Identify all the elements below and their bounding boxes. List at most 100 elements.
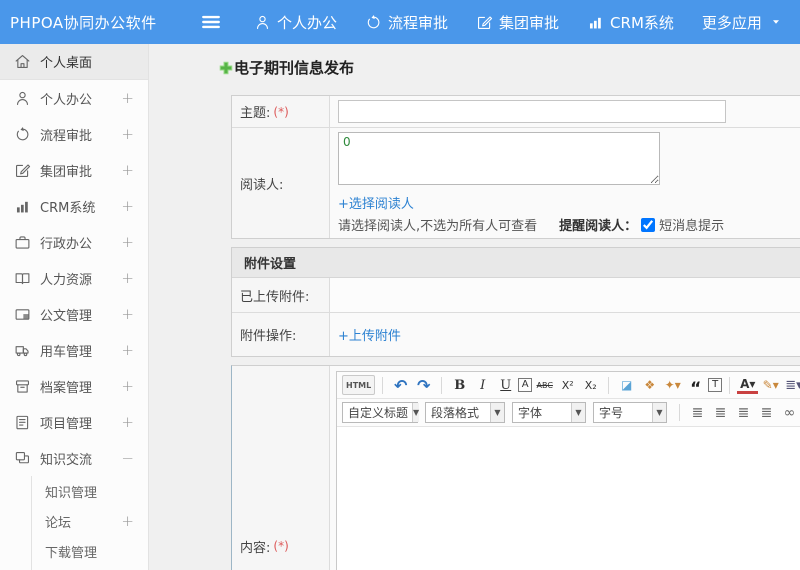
readers-hint-text: 请选择阅读人,不选为所有人可查看 xyxy=(338,219,538,234)
nav-workflow-approval[interactable]: 流程审批 xyxy=(365,12,448,33)
remove-format-button[interactable]: ◪ xyxy=(616,375,637,395)
sidebar-item-knowledge-exchange[interactable]: 知识交流 − xyxy=(0,440,148,476)
font-family-select[interactable]: 字体 ▼ xyxy=(512,402,586,423)
underline-button[interactable]: U xyxy=(495,375,516,395)
edit-icon xyxy=(14,162,31,179)
paste-as-text-button[interactable]: T xyxy=(708,378,723,392)
sidebar-item-crm-system-toggle[interactable]: + xyxy=(121,197,134,215)
form-row-uploaded-attachments: 已上传附件: xyxy=(232,278,800,313)
nav-more-apps[interactable]: 更多应用 xyxy=(702,12,782,33)
content-required-mark: (*) xyxy=(273,539,289,553)
nav-group-approval[interactable]: 集团审批 xyxy=(476,12,559,33)
home-icon xyxy=(14,53,31,70)
toolbar-separator xyxy=(679,404,680,421)
sidebar-item-workflow-approval-toggle[interactable]: + xyxy=(121,125,134,143)
nav-crm-system[interactable]: CRM系统 xyxy=(587,12,674,33)
sidebar-item-admin-office[interactable]: 行政办公 + xyxy=(0,224,148,260)
heading-style-select[interactable]: 自定义标题 ▼ xyxy=(342,402,420,423)
sidebar-item-personal-desktop[interactable]: 个人桌面 xyxy=(0,44,148,80)
upload-attachment-link[interactable]: +上传附件 xyxy=(338,325,401,344)
menu-toggle-button[interactable] xyxy=(200,11,222,33)
sidebar-subitem-forum[interactable]: 论坛 + xyxy=(0,506,148,536)
font-size-select[interactable]: 字号 ▼ xyxy=(593,402,667,423)
sidebar-item-document-mgmt[interactable]: 公文管理 + xyxy=(0,296,148,332)
sidebar-subitem-download-mgmt[interactable]: 下载管理 xyxy=(0,536,148,566)
sms-remind-checkbox[interactable] xyxy=(641,217,656,232)
paragraph-format-select[interactable]: 段落格式 ▼ xyxy=(425,402,505,423)
sidebar-item-archive-mgmt-label: 档案管理 xyxy=(40,380,93,396)
select-readers-link[interactable]: +选择阅读人 xyxy=(338,193,414,212)
readers-cell: 0 +选择阅读人 请选择阅读人,不选为所有人可查看 提醒阅读人： 短消息提示 xyxy=(330,128,800,238)
highlight-color-button[interactable]: ✎▾ xyxy=(760,375,781,395)
quick-format-button[interactable]: ✦▾ xyxy=(662,375,683,395)
nav-more-apps-label: 更多应用 xyxy=(701,13,762,32)
font-color-button[interactable]: A▾ xyxy=(737,377,759,394)
align-justify-button[interactable]: ≣ xyxy=(756,403,777,423)
subject-required-mark: (*) xyxy=(273,104,289,119)
redo-button[interactable]: ↷ xyxy=(413,375,434,395)
font-style-button[interactable]: A xyxy=(518,378,533,392)
readers-textarea[interactable]: 0 xyxy=(338,132,660,185)
format-brush-button[interactable]: ❖ xyxy=(639,375,660,395)
font-size-select-caret-icon: ▼ xyxy=(652,403,666,422)
sidebar-subitem-public-file-cabinet[interactable]: 公共文件柜 xyxy=(0,566,148,570)
sidebar-item-project-mgmt-toggle[interactable]: + xyxy=(121,413,134,431)
blockquote-button[interactable]: “ xyxy=(685,375,706,397)
nav-personal-office-label: 个人办公 xyxy=(277,13,338,32)
sidebar-subitem-knowledge-mgmt-label: 知识管理 xyxy=(45,485,98,501)
sidebar-item-crm-system[interactable]: CRM系统 + xyxy=(0,188,148,224)
sidebar-item-personal-office[interactable]: 个人办公 + xyxy=(0,80,148,116)
subject-input[interactable] xyxy=(338,100,726,123)
sidebar-item-personal-office-toggle[interactable]: + xyxy=(121,89,134,107)
sidebar-item-archive-mgmt[interactable]: 档案管理 + xyxy=(0,368,148,404)
editor-toolbar-row1: HTML↶↷BIUAABCX²X₂◪❖✦▾“TA▾✎▾≣▾≣ xyxy=(337,372,800,399)
html-source-button[interactable]: HTML xyxy=(342,375,376,395)
sidebar-item-hr[interactable]: 人力资源 + xyxy=(0,260,148,296)
nav-workflow-approval-label: 流程审批 xyxy=(388,13,449,32)
align-right-button[interactable]: ≣ xyxy=(733,403,754,423)
sidebar-item-workflow-approval[interactable]: 流程审批 + xyxy=(0,116,148,152)
sidebar-subitem-knowledge-mgmt[interactable]: 知识管理 xyxy=(0,476,148,506)
page-title: 电子期刊信息发布 xyxy=(219,57,800,78)
sidebar-item-archive-mgmt-toggle[interactable]: + xyxy=(121,377,134,395)
sidebar-item-personal-office-label: 个人办公 xyxy=(40,92,93,108)
sidebar-item-project-mgmt[interactable]: 项目管理 + xyxy=(0,404,148,440)
align-left-button[interactable]: ≣ xyxy=(687,403,708,423)
edit-icon xyxy=(476,14,493,31)
readers-hint-line: 请选择阅读人,不选为所有人可查看 提醒阅读人： 短消息提示 xyxy=(338,215,800,234)
sidebar-item-crm-system-label: CRM系统 xyxy=(40,200,96,216)
subscript-button[interactable]: X₂ xyxy=(580,375,601,395)
publish-form: 主题: (*) 阅读人: 0 +选择阅读人 请选择阅读人,不选为所有人可查看 提… xyxy=(231,95,800,570)
align-center-button[interactable]: ≣ xyxy=(710,403,731,423)
content-cell: HTML↶↷BIUAABCX²X₂◪❖✦▾“TA▾✎▾≣▾≣ 自定义标题▼段落格… xyxy=(330,366,800,570)
sidebar-item-vehicle-mgmt-toggle[interactable]: + xyxy=(121,341,134,359)
sidebar-item-hr-toggle[interactable]: + xyxy=(121,269,134,287)
book-icon xyxy=(14,270,31,287)
ordered-list-button[interactable]: ≣▾ xyxy=(783,375,800,395)
editor-content-area[interactable] xyxy=(337,427,800,570)
sidebar-subitem-forum-toggle[interactable]: + xyxy=(121,512,134,530)
insert-link-button[interactable]: ∞ xyxy=(779,403,800,423)
sidebar-item-document-mgmt-toggle[interactable]: + xyxy=(121,305,134,323)
italic-button[interactable]: I xyxy=(472,375,493,395)
sidebar-item-workflow-approval-label: 流程审批 xyxy=(40,128,93,144)
sidebar-item-vehicle-mgmt[interactable]: 用车管理 + xyxy=(0,332,148,368)
nav-personal-office[interactable]: 个人办公 xyxy=(254,12,337,33)
sidebar-item-group-approval-label: 集团审批 xyxy=(40,164,93,180)
add-plus-icon xyxy=(219,61,233,75)
sidebar-item-admin-office-toggle[interactable]: + xyxy=(121,233,134,251)
main-layout: 个人桌面 个人办公 + 流程审批 + 集团审批 + CRM系统 + 行政办公 + 人力资源 + 公文管理 +… xyxy=(0,44,800,570)
person-icon xyxy=(14,90,31,107)
sidebar-item-knowledge-exchange-toggle[interactable]: − xyxy=(121,449,134,467)
strikethrough-button[interactable]: ABC xyxy=(534,375,555,395)
sidebar-item-admin-office-label: 行政办公 xyxy=(40,236,93,252)
superscript-button[interactable]: X² xyxy=(557,375,578,395)
sidebar-item-project-mgmt-label: 项目管理 xyxy=(40,416,93,432)
paragraph-format-select-label: 段落格式 xyxy=(431,406,480,420)
truck-icon xyxy=(14,342,31,359)
sidebar-item-group-approval-toggle[interactable]: + xyxy=(121,161,134,179)
sidebar-item-group-approval[interactable]: 集团审批 + xyxy=(0,152,148,188)
bold-button[interactable]: B xyxy=(449,375,470,395)
undo-button[interactable]: ↶ xyxy=(390,375,411,395)
archive-icon xyxy=(14,378,31,395)
